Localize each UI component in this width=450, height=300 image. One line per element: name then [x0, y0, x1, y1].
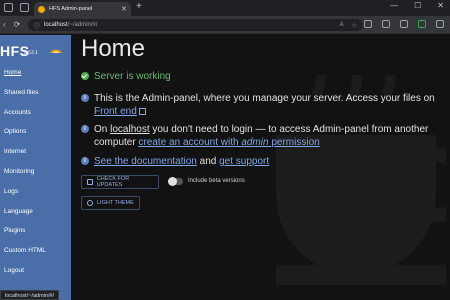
external-link-icon — [138, 107, 146, 115]
address-bar: ‹ ⟳ ⓘ localhost/~/admin/#/ A ☆ — [0, 16, 450, 34]
hfs-favicon-icon — [38, 5, 45, 13]
back-icon[interactable]: ‹ — [3, 20, 6, 29]
light-theme-button[interactable]: LIGHT THEME — [81, 196, 140, 210]
maximize-icon[interactable]: ☐ — [414, 1, 421, 10]
window-controls: — ☐ ✕ — [390, 1, 444, 10]
check-for-updates-button[interactable]: CHECK FOR UPDATES — [81, 175, 159, 189]
info-icon — [81, 94, 89, 102]
read-aloud-icon[interactable]: A — [340, 22, 344, 29]
sidebar-item-logs[interactable]: Logs — [0, 182, 71, 202]
omnibox-actions: A ☆ — [340, 22, 357, 29]
documentation-link[interactable]: See the documentation — [94, 156, 197, 167]
get-support-link[interactable]: get support — [219, 156, 269, 167]
browser-tab[interactable]: HFS Admin-panel ✕ — [34, 2, 131, 16]
url-input[interactable]: ⓘ localhost/~/admin/#/ A ☆ — [28, 19, 363, 31]
new-tab-icon[interactable]: + — [136, 1, 142, 12]
close-tab-icon[interactable]: ✕ — [121, 6, 127, 13]
reload-icon[interactable]: ⟳ — [14, 20, 21, 29]
update-icon — [87, 179, 93, 185]
sidebar-item-options[interactable]: Options — [0, 122, 71, 142]
minimize-icon[interactable]: — — [390, 1, 398, 10]
light-theme-label: LIGHT THEME — [97, 200, 134, 206]
tab-strip-icons — [4, 3, 29, 12]
more-menu-icon[interactable] — [436, 20, 444, 28]
tab-title: HFS Admin-panel — [49, 6, 93, 12]
close-window-icon[interactable]: ✕ — [437, 1, 444, 10]
sidebar-item-home[interactable]: Home — [0, 63, 71, 83]
tab-actions-icon[interactable] — [20, 3, 29, 12]
extension-icons — [364, 20, 444, 28]
version-label: 0.53.1 — [24, 50, 38, 56]
brand: HFS 0.53.1 — [0, 41, 71, 61]
favorites-icon[interactable] — [382, 20, 390, 28]
sidebar-item-shared-files[interactable]: Shared files — [0, 83, 71, 103]
url-text: localhost/~/admin/#/ — [44, 22, 98, 28]
include-beta-label: Include beta versions — [188, 178, 245, 184]
sidebar-item-custom-html[interactable]: Custom HTML — [0, 241, 71, 261]
main-content: Home Server is working This is the Admin… — [71, 35, 450, 300]
profile-icon[interactable] — [4, 3, 13, 12]
info-icon — [81, 125, 89, 133]
sidebar-item-accounts[interactable]: Accounts — [0, 103, 71, 123]
split-screen-icon[interactable] — [364, 20, 372, 28]
info-icon — [81, 157, 89, 165]
theme-icon — [87, 200, 93, 206]
server-status-text: Server is working — [94, 71, 171, 82]
hfs-logo-icon — [50, 49, 62, 53]
docs-row: See the documentation and get support — [81, 155, 269, 168]
nav-buttons: ‹ ⟳ — [3, 20, 20, 29]
browser-tab-bar: HFS Admin-panel ✕ + — ☐ ✕ — [0, 0, 450, 16]
sidebar-item-plugins[interactable]: Plugins — [0, 221, 71, 241]
sidebar: HFS 0.53.1 Home Shared files Accounts Op… — [0, 35, 71, 300]
localhost-row: On localhost you don't need to login — t… — [81, 123, 446, 149]
collections-icon[interactable] — [400, 20, 408, 28]
site-info-icon[interactable]: ⓘ — [34, 21, 40, 30]
sidebar-item-monitoring[interactable]: Monitoring — [0, 162, 71, 182]
sidebar-item-logout[interactable]: Logout — [0, 261, 71, 281]
intro-text: This is the Admin-panel, where you manag… — [94, 93, 435, 117]
docs-text: See the documentation and get support — [94, 156, 270, 167]
create-account-link[interactable]: create an account with admin permission — [138, 137, 319, 148]
sidebar-item-language[interactable]: Language — [0, 202, 71, 222]
status-bar: localhost/~/admin/#/ — [0, 290, 60, 300]
intro-row: This is the Admin-panel, where you manag… — [81, 92, 446, 118]
localhost-text: On localhost you don't need to login — t… — [94, 124, 429, 148]
hfs-admin-app: HFS 0.53.1 Home Shared files Accounts Op… — [0, 35, 450, 300]
sidebar-menu: Home Shared files Accounts Options Inter… — [0, 63, 71, 281]
sidebar-item-internet[interactable]: Internet — [0, 142, 71, 162]
server-status: Server is working — [81, 70, 171, 83]
check-circle-icon — [81, 72, 89, 80]
favorite-star-icon[interactable]: ☆ — [352, 22, 357, 29]
extension-icon[interactable] — [418, 20, 426, 28]
check-for-updates-label: CHECK FOR UPDATES — [96, 176, 130, 188]
front-end-link[interactable]: Front end — [94, 106, 137, 117]
localhost-link[interactable]: localhost — [110, 124, 149, 135]
include-beta-toggle[interactable] — [168, 177, 183, 186]
page-title: Home — [81, 35, 146, 62]
